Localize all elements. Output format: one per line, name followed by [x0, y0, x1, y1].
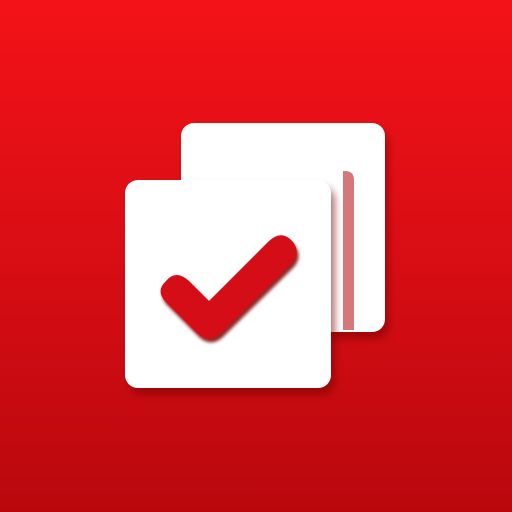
app-icon: [0, 0, 512, 512]
checklist-copy-icon: [125, 123, 385, 388]
